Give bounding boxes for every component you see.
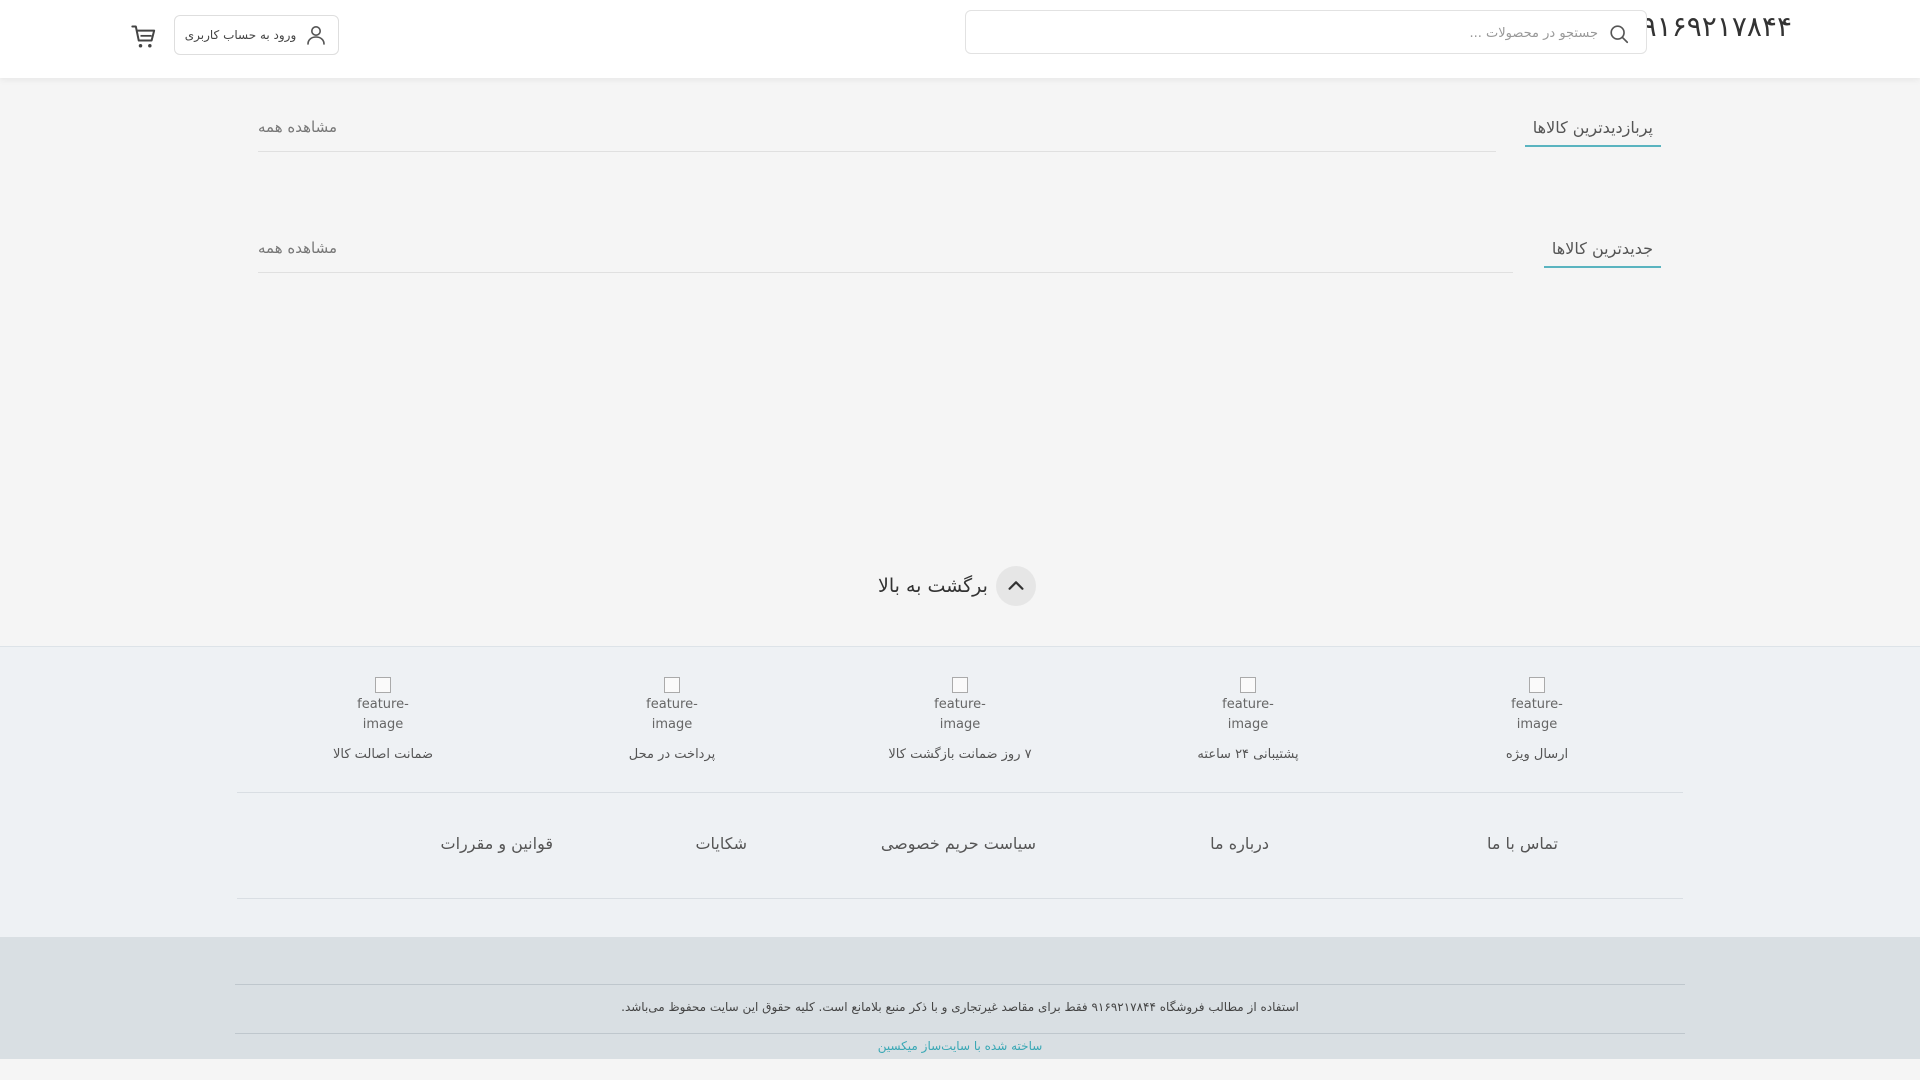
feature-image: feature-image bbox=[1492, 675, 1582, 735]
feature-image: feature-image bbox=[1203, 675, 1293, 735]
view-all-link[interactable]: مشاهده همه bbox=[258, 118, 337, 136]
divider bbox=[235, 984, 1685, 985]
built-by-link[interactable]: ساخته شده با سایت‌ساز میکسین bbox=[235, 1039, 1685, 1053]
broken-image-icon bbox=[952, 676, 968, 693]
footer-link-complaints[interactable]: شکایات bbox=[695, 834, 747, 853]
divider bbox=[235, 1033, 1685, 1034]
section-divider bbox=[258, 151, 1496, 152]
login-button[interactable]: ورود به حساب کاربری bbox=[174, 15, 339, 55]
back-to-top-circle[interactable] bbox=[995, 566, 1036, 606]
feature-image: feature-image bbox=[338, 675, 428, 735]
broken-image-icon bbox=[1240, 676, 1256, 693]
footer-link-about[interactable]: درباره ما bbox=[1210, 834, 1269, 853]
broken-image-icon bbox=[664, 676, 680, 693]
feature-image: feature-image bbox=[915, 675, 1005, 735]
cart-icon[interactable] bbox=[130, 23, 158, 51]
feature-item: feature-image ضمانت اصالت کالا bbox=[283, 675, 483, 762]
feature-label: ارسال ویژه bbox=[1505, 747, 1569, 762]
back-to-top-label: برگشت به بالا bbox=[878, 575, 988, 597]
feature-label: ۷ روز ضمانت بازگشت کالا bbox=[888, 747, 1032, 762]
back-to-top-button[interactable]: برگشت به بالا bbox=[878, 566, 1036, 606]
feature-item: feature-image پشتیبانی ۲۴ ساعته bbox=[1148, 675, 1348, 762]
search-box[interactable] bbox=[965, 10, 1647, 55]
features-row: feature-image ارسال ویژه feature-image پ… bbox=[237, 647, 1683, 793]
feature-item: feature-image ارسال ویژه bbox=[1437, 675, 1637, 762]
search-input[interactable] bbox=[976, 11, 1600, 55]
login-label: ورود به حساب کاربری bbox=[184, 28, 297, 42]
broken-image-icon bbox=[375, 676, 391, 693]
footer-link-contact[interactable]: تماس با ما bbox=[1487, 834, 1558, 853]
feature-label: ضمانت اصالت کالا bbox=[332, 747, 434, 762]
feature-item: feature-image ۷ روز ضمانت بازگشت کالا bbox=[860, 675, 1060, 762]
feature-image: feature-image bbox=[627, 675, 717, 735]
footer-link-privacy[interactable]: سیاست حریم خصوصی bbox=[881, 834, 1036, 853]
footer-link-rules[interactable]: قوانین و مقررات bbox=[441, 834, 553, 853]
copyright-text: استفاده از مطالب فروشگاه ۹۱۶۹۲۱۷۸۴۴ فقط … bbox=[621, 1000, 1299, 1014]
feature-label: پشتیبانی ۲۴ ساعته bbox=[1197, 747, 1299, 762]
site-header: ۹۱۶۹۲۱۷۸۴۴ ورود به حساب کاربری bbox=[0, 0, 1920, 78]
search-icon[interactable] bbox=[1608, 23, 1630, 45]
broken-image-icon bbox=[1529, 676, 1545, 693]
copyright-area: استفاده از مطالب فروشگاه ۹۱۶۹۲۱۷۸۴۴ فقط … bbox=[0, 937, 1920, 1059]
feature-label: پرداخت در محل bbox=[628, 747, 716, 762]
chevron-up-icon bbox=[1008, 581, 1024, 590]
user-icon bbox=[307, 26, 326, 45]
feature-item: feature-image پرداخت در محل bbox=[572, 675, 772, 762]
site-logo[interactable]: ۹۱۶۹۲۱۷۸۴۴ bbox=[1642, 10, 1792, 43]
footer: feature-image ارسال ویژه feature-image پ… bbox=[0, 646, 1920, 937]
section-title: جدیدترین کالاها bbox=[1543, 239, 1661, 268]
section-most-viewed: پربازدیدترین کالاها مشاهده همه bbox=[258, 118, 1661, 154]
section-divider bbox=[258, 272, 1513, 273]
section-title: پربازدیدترین کالاها bbox=[1524, 118, 1661, 147]
footer-links: تماس با ما درباره ما سیاست حریم خصوصی شک… bbox=[237, 793, 1683, 899]
view-all-link[interactable]: مشاهده همه bbox=[258, 239, 337, 257]
section-newest: جدیدترین کالاها مشاهده همه bbox=[258, 239, 1661, 275]
